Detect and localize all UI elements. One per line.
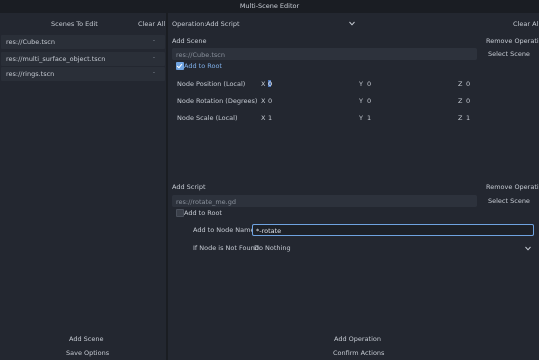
axis-y-label: Y xyxy=(359,97,363,105)
rotation-y-input[interactable]: 0 xyxy=(367,97,371,105)
remove-scene-icon[interactable]: - xyxy=(153,54,155,61)
scene-path: res://rings.tscn xyxy=(6,70,55,78)
node-named-value: *-rotate xyxy=(256,226,282,235)
operation-dropdown-value[interactable]: Add Script xyxy=(206,20,240,28)
operation-label: Operation: xyxy=(172,20,207,28)
operations-panel xyxy=(168,13,539,360)
axis-z-label: Z xyxy=(458,97,463,105)
remove-scene-icon[interactable]: - xyxy=(153,37,155,44)
axis-x-label: X xyxy=(261,80,266,88)
add-to-root-label[interactable]: Add to Root xyxy=(184,209,222,217)
axis-z-label: Z xyxy=(458,114,463,122)
axis-x-label: X xyxy=(261,114,266,122)
scale-y-input[interactable]: 1 xyxy=(367,114,371,122)
select-scene-button[interactable]: Select Scene xyxy=(488,197,530,205)
node-named-input[interactable]: *-rotate xyxy=(252,224,534,236)
remove-operation-button[interactable]: Remove Operation xyxy=(486,183,539,191)
scene-list-item[interactable]: res://Cube.tscn - xyxy=(1,35,165,49)
add-to-root-checkbox[interactable] xyxy=(176,62,184,70)
chevron-down-icon[interactable] xyxy=(349,20,355,28)
scale-x-input[interactable]: 1 xyxy=(268,114,272,122)
add-script-section-title: Add Script xyxy=(172,183,206,191)
position-z-input[interactable]: 0 xyxy=(466,80,470,88)
axis-y-label: Y xyxy=(359,114,363,122)
remove-operation-button[interactable]: Remove Operation xyxy=(486,37,539,45)
script-path-value: res://rotate_me.gd xyxy=(176,197,236,206)
confirm-actions-button[interactable]: Confirm Actions xyxy=(333,349,384,357)
node-position-label: Node Position (Local) xyxy=(177,80,246,88)
scene-list-item[interactable]: res://multi_surface_object.tscn - xyxy=(1,52,165,66)
position-x-input[interactable]: 0 xyxy=(268,80,272,88)
scene-path-value: res://Cube.tscn xyxy=(176,50,225,59)
window-title: Multi-Scene Editor xyxy=(0,0,539,13)
scale-z-input[interactable]: 1 xyxy=(466,114,470,122)
add-scene-section-title: Add Scene xyxy=(172,37,207,45)
clear-all-scenes-button[interactable]: Clear All xyxy=(138,20,165,28)
scenes-header: Scenes To Edit xyxy=(51,20,98,28)
scene-path: res://multi_surface_object.tscn xyxy=(6,55,106,63)
save-options-button[interactable]: Save Options xyxy=(66,349,109,357)
add-operation-button[interactable]: Add Operation xyxy=(334,335,381,343)
axis-x-label: X xyxy=(261,97,266,105)
not-found-label: If Node is Not Found: xyxy=(193,244,262,252)
add-to-root-checkbox[interactable] xyxy=(176,209,184,217)
scene-path-field[interactable]: res://Cube.tscn xyxy=(172,48,477,60)
position-y-input[interactable]: 0 xyxy=(367,80,371,88)
remove-scene-icon[interactable]: - xyxy=(153,69,155,76)
add-to-root-label[interactable]: Add to Root xyxy=(184,62,222,70)
not-found-dropdown-value[interactable]: Do Nothing xyxy=(254,244,291,252)
rotation-z-input[interactable]: 0 xyxy=(466,97,470,105)
select-scene-button[interactable]: Select Scene xyxy=(488,50,530,58)
script-path-field[interactable]: res://rotate_me.gd xyxy=(172,195,477,207)
chevron-down-icon[interactable] xyxy=(525,245,531,253)
axis-z-label: Z xyxy=(458,80,463,88)
node-named-label: Add to Node Named: xyxy=(193,226,261,234)
node-rotation-label: Node Rotation (Degrees) xyxy=(177,97,258,105)
scene-list-item[interactable]: res://rings.tscn - xyxy=(1,67,165,81)
rotation-x-input[interactable]: 0 xyxy=(268,97,272,105)
axis-y-label: Y xyxy=(359,80,363,88)
scene-path: res://Cube.tscn xyxy=(6,38,55,46)
add-scene-button[interactable]: Add Scene xyxy=(69,335,103,343)
node-scale-label: Node Scale (Local) xyxy=(177,114,238,122)
clear-all-operations-button[interactable]: Clear All xyxy=(513,20,539,28)
